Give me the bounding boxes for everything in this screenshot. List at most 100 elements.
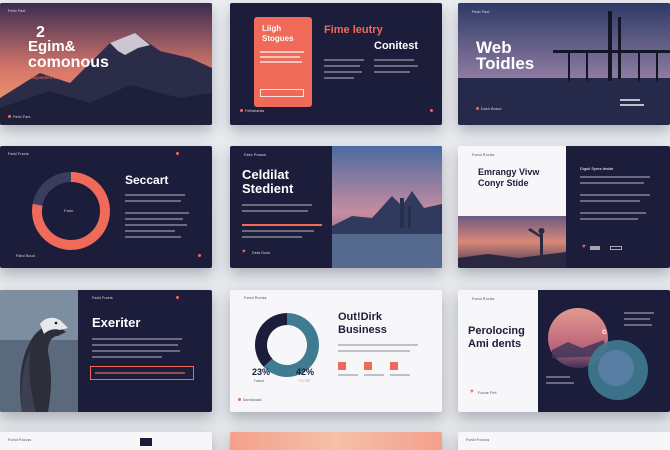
- slide-tag: Fomd Rociss: [472, 297, 495, 301]
- logo-dot-icon: [176, 152, 179, 155]
- slide-thumbnail-donut[interactable]: Fadd Fracts Fado Seccart Fahd Boud: [0, 146, 212, 268]
- text-line: [338, 344, 418, 346]
- slide-tag: Fonid Focuss: [466, 438, 490, 442]
- donut-slice: [255, 313, 288, 367]
- slide-thumbnail-lake[interactable]: Fdee Prause Celdilat Stedient ♥ Deta Doo…: [230, 146, 442, 268]
- circle-letter: G: [602, 330, 607, 336]
- feature-icon: [390, 362, 398, 370]
- text-line: [624, 312, 654, 314]
- slide-footer: Sanitoload: [243, 398, 262, 402]
- text-line: [125, 212, 189, 214]
- text-line: [324, 77, 354, 79]
- decorative-shape: [140, 438, 152, 446]
- slide-tag: Fadd Fracts: [8, 152, 29, 156]
- text-line: [580, 182, 644, 184]
- logo-dot-icon: [238, 398, 241, 401]
- highlight-box: [90, 366, 194, 380]
- slide-title: Egim&: [28, 38, 76, 55]
- slide-thumbnail-bridge[interactable]: Fedo Fact Web Toidles Dash Brand: [458, 3, 670, 125]
- text-line: [546, 382, 574, 384]
- slide-title: Seccart: [125, 173, 169, 187]
- donut-slice: [32, 172, 72, 206]
- text-line: [580, 200, 640, 202]
- text-line: [580, 176, 650, 178]
- slide-thumbnail-partial[interactable]: Fonid Focuss: [458, 432, 670, 450]
- slide-title: Fime leutry: [324, 24, 383, 36]
- slide-tag: Fonid Focuss: [8, 438, 32, 442]
- logo-dot-icon: [430, 109, 433, 112]
- panel-button: [610, 246, 622, 250]
- heart-icon: ♥: [470, 389, 474, 395]
- text-line: [92, 344, 178, 346]
- circle-images: [548, 308, 648, 400]
- slide-tag: Fedo Fact: [8, 9, 26, 13]
- slide-footer: Fellwhanks: [245, 109, 265, 113]
- text-line: [125, 194, 185, 196]
- text-line: [125, 218, 183, 220]
- logo-dot-icon: [240, 109, 243, 112]
- text-line: [624, 324, 652, 326]
- logo-dot-icon: [476, 107, 479, 110]
- slide-tag: Fomd Rociss: [472, 153, 495, 157]
- slide-thumbnail-eagle[interactable]: Fadd Fracts Exeriter: [0, 290, 212, 412]
- text-line: [242, 230, 314, 232]
- slide-title: Business: [338, 324, 387, 336]
- slide-thumbnail-card-layout[interactable]: Liigh Stogues Fime leutry Conitest Fellw…: [230, 3, 442, 125]
- logo-dot-icon: [198, 254, 201, 257]
- stat-label: Fanlod: [254, 379, 264, 383]
- text-line: [242, 210, 308, 212]
- text-line: [324, 65, 360, 67]
- slide-thumbnail-stats[interactable]: Fomd Rociss 23% 42% Fanlod FOCSIR Out!Di…: [230, 290, 442, 412]
- text-line: [546, 376, 570, 378]
- slide-thumbnail-circles[interactable]: Fomd Rociss G Perolocing Ami dents ♥ Fou…: [458, 290, 670, 412]
- text-line: [624, 318, 650, 320]
- text-line: [338, 374, 358, 376]
- eagle-image: [0, 290, 78, 412]
- slide-tag: Fdee Prause: [244, 153, 267, 157]
- text-line: [260, 56, 300, 58]
- text-line: [125, 200, 181, 202]
- slide-title: Perolocing: [468, 325, 525, 337]
- slide-footer: Deta Dook: [252, 251, 271, 255]
- text-line: [92, 356, 162, 358]
- slide-title: Emrangy Vivw: [478, 167, 540, 177]
- text-line: [580, 194, 650, 196]
- text-line: [620, 99, 640, 101]
- panel-title: Diguti Syres feside: [580, 166, 614, 171]
- lake-castle-image: [332, 146, 442, 268]
- text-line: [620, 104, 644, 106]
- text-line: [242, 204, 312, 206]
- text-line: [374, 59, 414, 61]
- text-line: [260, 51, 304, 53]
- slide-subtitle: Tanjandent Summary: [30, 75, 73, 80]
- text-line: [580, 212, 646, 214]
- card-title: Liigh: [262, 24, 282, 33]
- text-line: [92, 338, 182, 340]
- slide-thumbnail-partial[interactable]: Fonid Focuss: [0, 432, 212, 450]
- slide-thumbnail-split[interactable]: Fomd Rociss Emrangy Vivw Conyr Stide Dig…: [458, 146, 670, 268]
- logo-dot-icon: [8, 115, 11, 118]
- stat-label: FOCSIR: [298, 379, 311, 383]
- text-line: [260, 61, 302, 63]
- feature-icon: [338, 362, 346, 370]
- slide-title: Out!Dirk: [338, 311, 382, 323]
- slide-tag: Fomd Rociss: [244, 296, 267, 300]
- donut-center-label: Fado: [64, 208, 74, 213]
- text-line: [125, 224, 187, 226]
- slide-tag: Fadd Fracts: [92, 296, 113, 300]
- slide-title: comonous: [28, 54, 109, 71]
- heart-icon: ♥: [242, 249, 246, 255]
- slide-footer: Fedo Fact: [13, 115, 31, 119]
- text-line: [364, 374, 384, 376]
- text-line: [338, 350, 410, 352]
- slide-title: Celdilat: [242, 167, 289, 182]
- slide-thumbnail-title-mountain[interactable]: Fedo Fact 2 Egim& comonous Tanjandent Su…: [0, 3, 212, 125]
- text-line: [242, 236, 302, 238]
- slide-thumbnail-partial[interactable]: [230, 432, 442, 450]
- slide-title: Stedient: [242, 181, 294, 196]
- heart-icon: ♥: [582, 244, 586, 250]
- slide-title: Toidles: [476, 54, 535, 73]
- text-line: [324, 71, 362, 73]
- card-button: [260, 89, 304, 97]
- slide-title: Conyr Stide: [478, 178, 529, 188]
